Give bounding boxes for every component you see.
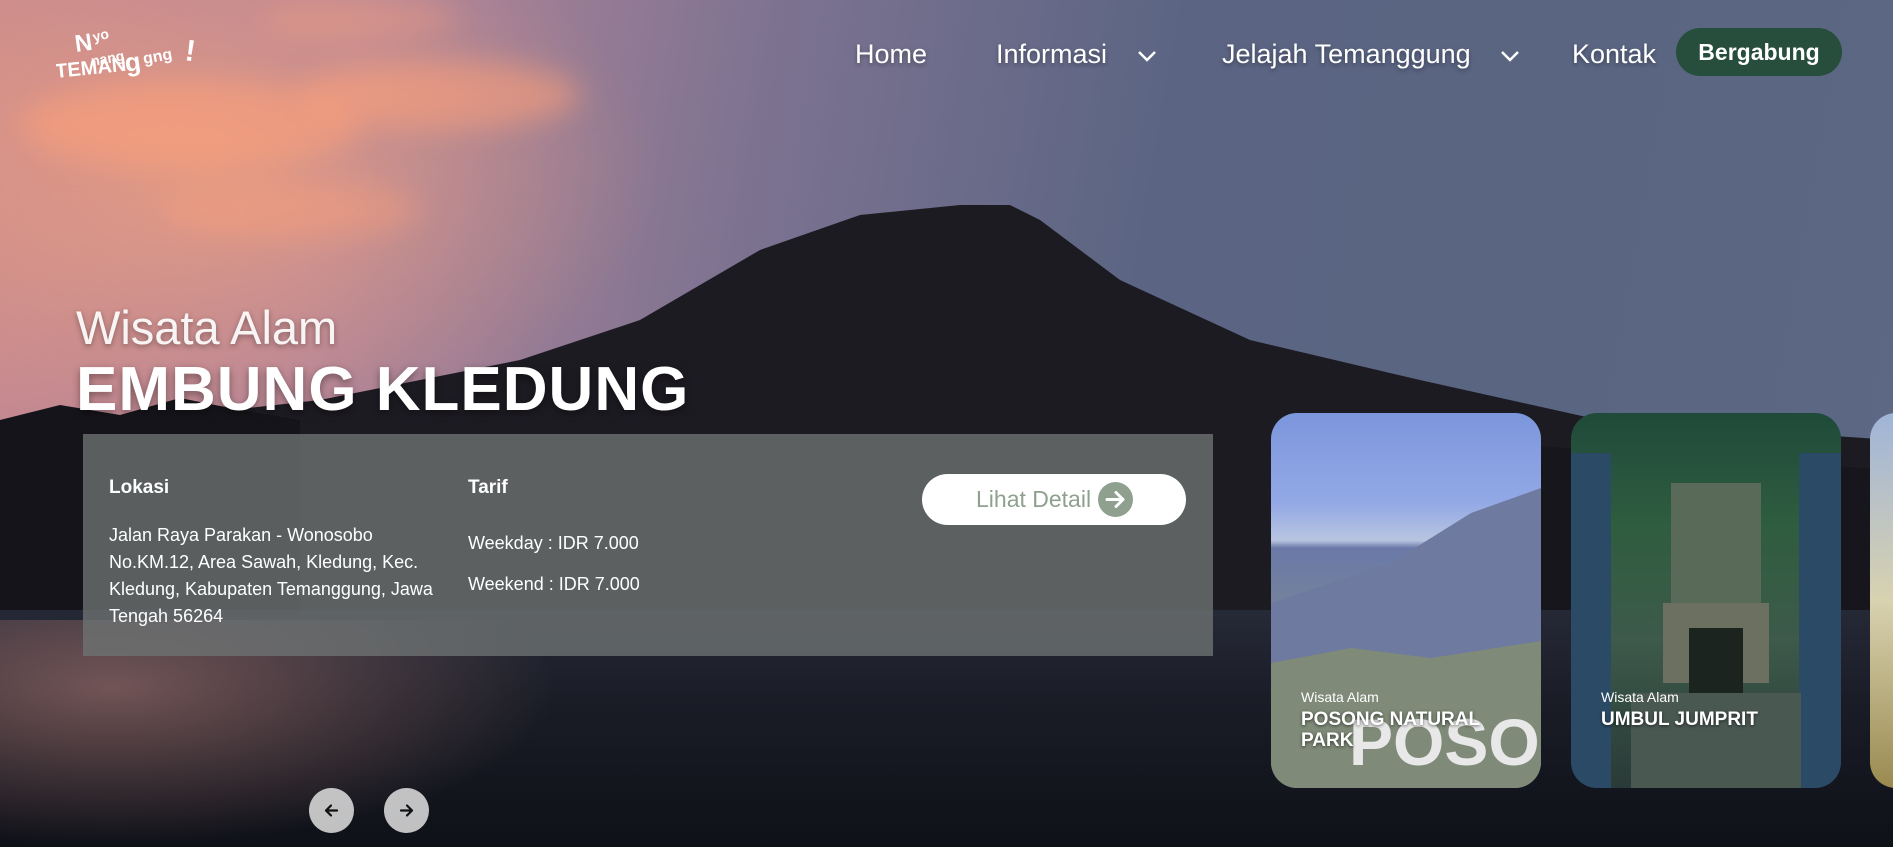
card-image-temple xyxy=(1571,453,1841,788)
card-partial-next[interactable] xyxy=(1870,413,1893,788)
join-button[interactable]: Bergabung xyxy=(1676,28,1842,76)
card-umbul-jumprit[interactable]: Wisata Alam UMBUL JUMPRIT xyxy=(1571,413,1841,788)
location-line: No.KM.12, Area Sawah, Kledung, Kec. xyxy=(109,552,419,572)
nav-kontak[interactable]: Kontak xyxy=(1572,34,1656,74)
weekday-price: Weekday : IDR 7.000 xyxy=(468,533,639,553)
card-posong[interactable]: POSON Wisata Alam POSONG NATURAL PARK xyxy=(1271,413,1541,788)
location-line: Jalan Raya Parakan - Wonosobo xyxy=(109,525,373,545)
prev-slide-button[interactable] xyxy=(309,788,354,833)
nav-jelajah[interactable]: Jelajah Temanggung xyxy=(1222,34,1520,74)
card-category: Wisata Alam xyxy=(1601,689,1679,705)
arrow-right-icon xyxy=(399,804,414,817)
location-label: Lokasi xyxy=(109,477,170,498)
nav-informasi[interactable]: Informasi xyxy=(996,34,1157,74)
card-title: UMBUL JUMPRIT xyxy=(1601,709,1758,730)
arrow-left-icon xyxy=(324,804,339,817)
tariff-label: Tarif xyxy=(468,477,508,498)
nav-home-label: Home xyxy=(855,39,928,69)
hero-category: Wisata Alam xyxy=(76,301,338,354)
detail-button[interactable]: Lihat Detail xyxy=(922,474,1186,525)
arrow-right-icon xyxy=(1098,482,1133,517)
nav-jelajah-label: Jelajah Temanggung xyxy=(1222,39,1471,69)
location-line: Tengah 56264 xyxy=(109,606,224,626)
nav-kontak-label: Kontak xyxy=(1572,39,1657,69)
card-title: POSONG NATURAL PARK xyxy=(1301,709,1480,751)
weekend-price: Weekend : IDR 7.000 xyxy=(468,574,640,594)
nav-home[interactable]: Home xyxy=(855,34,927,74)
nav-informasi-label: Informasi xyxy=(996,39,1108,69)
chevron-down-icon xyxy=(1501,50,1520,62)
main-nav: Home Informasi Jelajah Temanggung Kontak xyxy=(0,34,1893,74)
info-panel: Lokasi Jalan Raya Parakan - Wonosobo No.… xyxy=(83,434,1213,656)
next-slide-button[interactable] xyxy=(384,788,429,833)
chevron-down-icon xyxy=(1137,50,1156,62)
detail-button-label: Lihat Detail xyxy=(976,486,1092,512)
location-line: Kledung, Kabupaten Temanggung, Jawa xyxy=(109,579,433,599)
hero-title: EMBUNG KLEDUNG xyxy=(76,355,690,424)
location-text: Jalan Raya Parakan - Wonosobo No.KM.12, … xyxy=(109,522,433,630)
card-category: Wisata Alam xyxy=(1301,689,1379,705)
